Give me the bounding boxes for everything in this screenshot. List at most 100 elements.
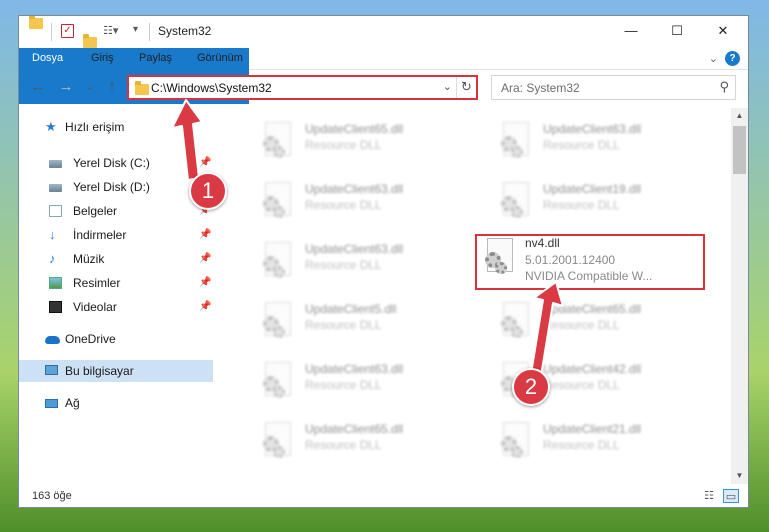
file-name: UpdateClient63.dll [543, 122, 642, 136]
music-icon: ♪ [49, 251, 56, 266]
sidebar-item-label: Hızlı erişim [65, 120, 125, 134]
pin-icon[interactable]: 📌 [199, 224, 211, 246]
sidebar-item-label: İndirmeler [73, 228, 127, 242]
file-item[interactable]: UpdateClient63.dll Resource DLL [475, 114, 705, 170]
search-box[interactable]: Ara: System32 ⚲ [491, 75, 736, 100]
file-description: Resource DLL [543, 138, 620, 152]
callout-badge-1: 1 [189, 172, 227, 210]
sidebar-item[interactable]: Ağ [19, 392, 213, 414]
sidebar-item[interactable]: Bu bilgisayar [19, 360, 213, 382]
divider [51, 23, 52, 41]
sidebar-item-label: Resimler [73, 276, 121, 290]
window-title: System32 [158, 24, 212, 38]
explorer-window: ✓ ☷▾ ▾ System32 — ☐ ✕ Dosya Giriş Paylaş… [18, 15, 749, 508]
sidebar-item[interactable]: Yerel Disk (D:)📌 [19, 176, 213, 198]
dll-file-icon [259, 422, 293, 462]
file-description: Resource DLL [305, 138, 382, 152]
search-input[interactable]: Ara: System32 [501, 81, 580, 95]
sidebar-item[interactable]: Yerel Disk (C:) 📌 [19, 152, 213, 174]
address-path[interactable]: C:\Windows\System32 [151, 81, 272, 95]
pin-icon[interactable]: 📌 [199, 272, 211, 294]
tab-home[interactable]: Giriş [79, 48, 126, 70]
file-item[interactable]: UpdateClient63.dll Resource DLL [237, 354, 467, 410]
file-item[interactable]: UpdateClient65.dll Resource DLL [237, 114, 467, 170]
sidebar-item[interactable]: Videolar 📌 [19, 296, 213, 318]
sidebar-item-label: Belgeler [73, 204, 118, 218]
large-icons-view-icon[interactable]: ▭ [723, 489, 739, 503]
dll-file-icon [497, 302, 531, 342]
file-item-selected[interactable]: nv4.dll 5.01.2001.12400 NVIDIA Compatible … [475, 234, 705, 290]
new-folder-icon[interactable] [83, 34, 97, 48]
forward-button[interactable]: → [57, 78, 75, 95]
sidebar-item[interactable]: OneDrive [19, 328, 213, 350]
details-view-icon[interactable]: ☷ [701, 489, 717, 503]
scroll-down-icon[interactable]: ▼ [731, 468, 748, 484]
sidebar-item-label: Bu bilgisayar [65, 364, 134, 378]
file-name: UpdateClient42.dll [543, 362, 642, 376]
sidebar-item[interactable]: ↓ İndirmeler 📌 [19, 224, 213, 246]
status-bar: 163 öğe ☷ ▭ [19, 486, 748, 507]
file-name: nv4.dll [525, 236, 560, 250]
properties-icon[interactable]: ✓ [61, 24, 74, 38]
back-button[interactable]: ← [29, 78, 47, 95]
file-description: Resource DLL [305, 318, 382, 332]
help-icon[interactable]: ? [725, 51, 740, 66]
sidebar-item[interactable]: Belgeler 📌 [19, 200, 213, 222]
file-item[interactable]: UpdateClient42.dll Resource DLL [475, 354, 705, 410]
divider [149, 23, 150, 41]
folder-icon [135, 81, 149, 95]
file-name: UpdateClient63.dll [305, 362, 404, 376]
dll-file-icon [259, 122, 293, 162]
sidebar-item[interactable]: Resimler 📌 [19, 272, 213, 294]
sidebar-item[interactable]: ★ Hızlı erişim [19, 116, 213, 138]
pin-icon[interactable]: 📌 [199, 152, 211, 174]
network-icon [45, 399, 58, 408]
sidebar-item-label: Yerel Disk (D:) [73, 180, 150, 194]
up-button[interactable]: ↑ [103, 78, 121, 95]
item-count: 163 öğe [32, 490, 72, 502]
quick-access-dropdown-icon[interactable]: ▾ [133, 24, 138, 40]
scroll-up-icon[interactable]: ▲ [731, 108, 748, 124]
file-name: UpdateClient65.dll [305, 422, 404, 436]
tab-view[interactable]: Görünüm [185, 48, 255, 70]
pin-icon[interactable]: 📌 [199, 296, 211, 318]
maximize-button[interactable]: ☐ [654, 16, 700, 48]
ribbon-expand-icon[interactable]: ⌄ [709, 52, 718, 65]
sidebar-item[interactable]: ♪ Müzik 📌 [19, 248, 213, 270]
address-bar[interactable]: C:\Windows\System32 ⌄ ↻ [127, 75, 478, 100]
title-bar: ✓ ☷▾ ▾ System32 — ☐ ✕ [19, 16, 748, 48]
address-dropdown-icon[interactable]: ⌄ [443, 80, 452, 93]
dll-file-icon [481, 238, 515, 278]
file-description: Resource DLL [543, 378, 620, 392]
file-name: UpdateClient63.dll [305, 242, 404, 256]
file-item[interactable]: UpdateClient63.dll Resource DLL [237, 234, 467, 290]
file-item[interactable]: UpdateClient21.dll Resource DLL [475, 414, 705, 470]
sidebar-item-label: Videolar [73, 300, 117, 314]
tab-share[interactable]: Paylaş [127, 48, 184, 70]
search-icon[interactable]: ⚲ [719, 79, 729, 95]
file-description: Resource DLL [543, 318, 620, 332]
customize-toolbar-icon[interactable]: ☷▾ [103, 24, 118, 40]
navigation-bar: ← → ⌄ ↑ C:\Windows\System32 ⌄ ↻ Ara: Sys… [19, 74, 748, 102]
file-description: 5.01.2001.12400 [525, 253, 616, 267]
file-item[interactable]: UpdateClient63.dll Resource DLL [237, 174, 467, 230]
file-item[interactable]: UpdateClient5.dll Resource DLL [237, 294, 467, 350]
file-description: Resource DLL [305, 378, 382, 392]
file-item[interactable]: UpdateClient19.dll Resource DLL [475, 174, 705, 230]
minimize-button[interactable]: — [608, 16, 654, 48]
dll-file-icon [259, 182, 293, 222]
file-item[interactable]: UpdateClient65.dll Resource DLL [475, 294, 705, 350]
scroll-thumb[interactable] [733, 126, 746, 174]
dll-file-icon [497, 422, 531, 462]
refresh-button[interactable]: ↻ [456, 77, 476, 98]
file-description: Resource DLL [305, 258, 382, 272]
document-folder-icon [49, 205, 62, 217]
pictures-icon [49, 277, 62, 289]
recent-locations-icon[interactable]: ⌄ [81, 80, 99, 93]
close-button[interactable]: ✕ [700, 16, 746, 48]
pin-icon[interactable]: 📌 [199, 248, 211, 270]
cloud-icon [45, 336, 60, 344]
file-item[interactable]: UpdateClient65.dll Resource DLL [237, 414, 467, 470]
vertical-scrollbar[interactable]: ▲ ▼ [731, 108, 748, 484]
file-description: Resource DLL [543, 198, 620, 212]
